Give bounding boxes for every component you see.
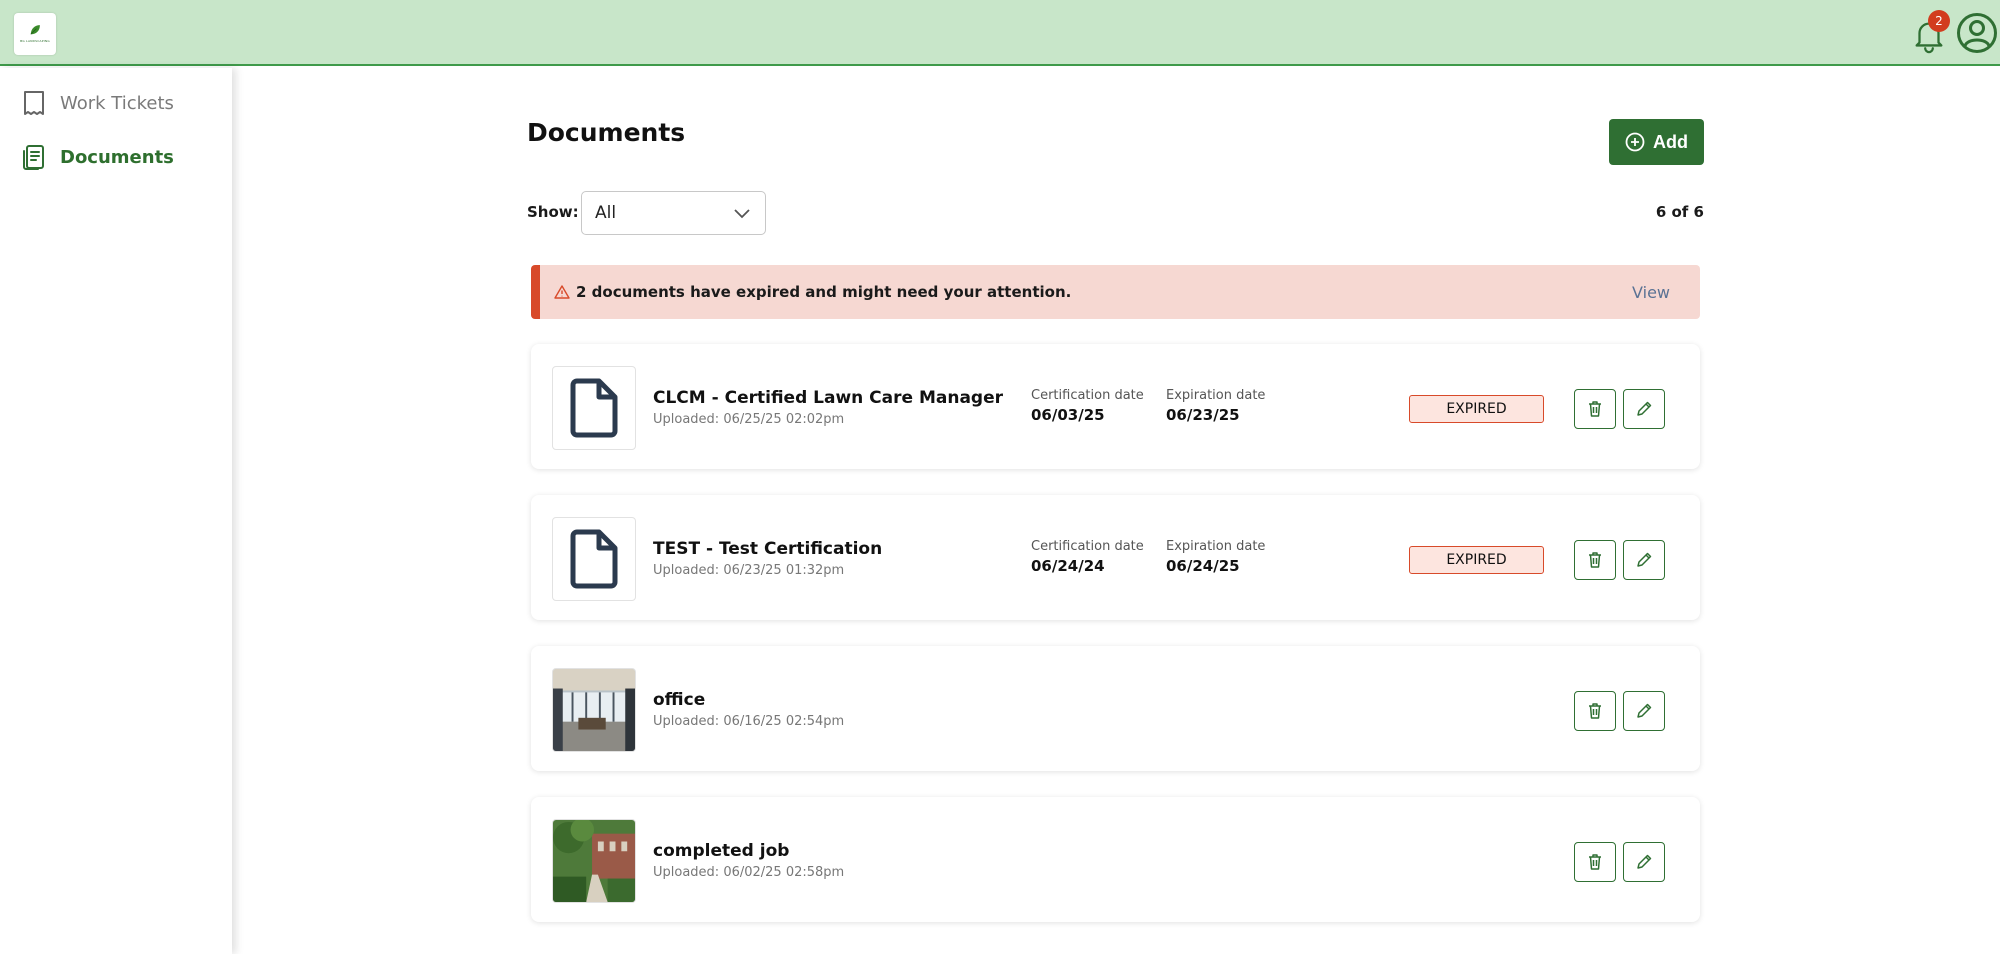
certification-date-label: Certification date: [1031, 539, 1144, 554]
document-uploaded: Uploaded: 06/02/25 02:58pm: [653, 865, 845, 880]
expired-alert-banner: 2 documents have expired and might need …: [531, 265, 1700, 319]
trash-icon: [1589, 703, 1601, 719]
sidebar-item-documents[interactable]: Documents: [20, 140, 174, 174]
edit-button[interactable]: [1623, 842, 1665, 882]
edit-button[interactable]: [1623, 540, 1665, 580]
expiration-date-label: Expiration date: [1166, 388, 1266, 403]
garden-photo: [553, 820, 635, 902]
filter-label: Show:: [527, 203, 579, 221]
chevron-down-icon: [734, 209, 750, 219]
filter-selected-value: All: [595, 203, 617, 223]
document-count: 6 of 6: [1655, 203, 1704, 221]
delete-button[interactable]: [1574, 842, 1616, 882]
status-badge: EXPIRED: [1409, 546, 1544, 574]
edit-button[interactable]: [1623, 691, 1665, 731]
company-logo[interactable]: BG LANDSCAPING: [14, 13, 56, 55]
expiration-date: 06/23/25: [1166, 406, 1240, 424]
certification-date: 06/03/25: [1031, 406, 1105, 424]
office-photo: [553, 669, 635, 751]
trash-icon: [1589, 552, 1601, 568]
trash-icon: [1589, 854, 1601, 870]
warning-icon: [554, 285, 570, 299]
document-thumbnail: [552, 366, 636, 450]
notification-badge: 2: [1928, 10, 1950, 32]
document-filter-select[interactable]: All: [581, 191, 766, 235]
sidebar: Work Tickets Documents: [0, 68, 232, 954]
user-account-icon[interactable]: [1956, 12, 1998, 54]
sidebar-item-label: Work Tickets: [60, 92, 174, 114]
document-card[interactable]: completed job Uploaded: 06/02/25 02:58pm: [531, 797, 1700, 922]
delete-button[interactable]: [1574, 691, 1616, 731]
document-uploaded: Uploaded: 06/25/25 02:02pm: [653, 412, 845, 427]
document-thumbnail: [552, 517, 636, 601]
document-list-icon: [23, 145, 44, 170]
certification-date-label: Certification date: [1031, 388, 1144, 403]
plus-circle-icon: [1625, 132, 1645, 152]
document-uploaded: Uploaded: 06/16/25 02:54pm: [653, 714, 845, 729]
document-name: completed job: [653, 841, 790, 861]
delete-button[interactable]: [1574, 540, 1616, 580]
pencil-icon: [1637, 401, 1652, 416]
logo-text: BG LANDSCAPING: [20, 39, 50, 43]
document-uploaded: Uploaded: 06/23/25 01:32pm: [653, 563, 845, 578]
document-name: office: [653, 690, 706, 710]
document-thumbnail: [552, 668, 636, 752]
certification-date: 06/24/24: [1031, 557, 1105, 575]
pencil-icon: [1637, 552, 1652, 567]
edit-button[interactable]: [1623, 389, 1665, 429]
expiration-date-label: Expiration date: [1166, 539, 1266, 554]
delete-button[interactable]: [1574, 389, 1616, 429]
document-name: CLCM - Certified Lawn Care Manager: [653, 388, 1004, 408]
top-bar: BG LANDSCAPING 2: [0, 0, 2000, 66]
add-button-label: Add: [1653, 131, 1688, 152]
expiration-date: 06/24/25: [1166, 557, 1240, 575]
pencil-icon: [1637, 703, 1652, 718]
pencil-icon: [1637, 854, 1652, 869]
file-icon: [570, 378, 618, 438]
alert-message: 2 documents have expired and might need …: [576, 283, 1072, 301]
trash-icon: [1589, 401, 1601, 417]
document-thumbnail: [552, 819, 636, 903]
receipt-icon: [24, 91, 44, 115]
sidebar-item-work-tickets[interactable]: Work Tickets: [20, 86, 174, 120]
document-card[interactable]: office Uploaded: 06/16/25 02:54pm: [531, 646, 1700, 771]
document-name: TEST - Test Certification: [653, 539, 883, 559]
alert-view-link[interactable]: View: [1632, 283, 1670, 302]
document-card[interactable]: TEST - Test Certification Uploaded: 06/2…: [531, 495, 1700, 620]
page-title: Documents: [527, 118, 686, 147]
leaf-icon: [30, 25, 40, 35]
file-icon: [570, 529, 618, 589]
status-badge: EXPIRED: [1409, 395, 1544, 423]
sidebar-item-label: Documents: [60, 146, 174, 168]
add-document-button[interactable]: Add: [1609, 119, 1704, 165]
document-card[interactable]: CLCM - Certified Lawn Care Manager Uploa…: [531, 344, 1700, 469]
